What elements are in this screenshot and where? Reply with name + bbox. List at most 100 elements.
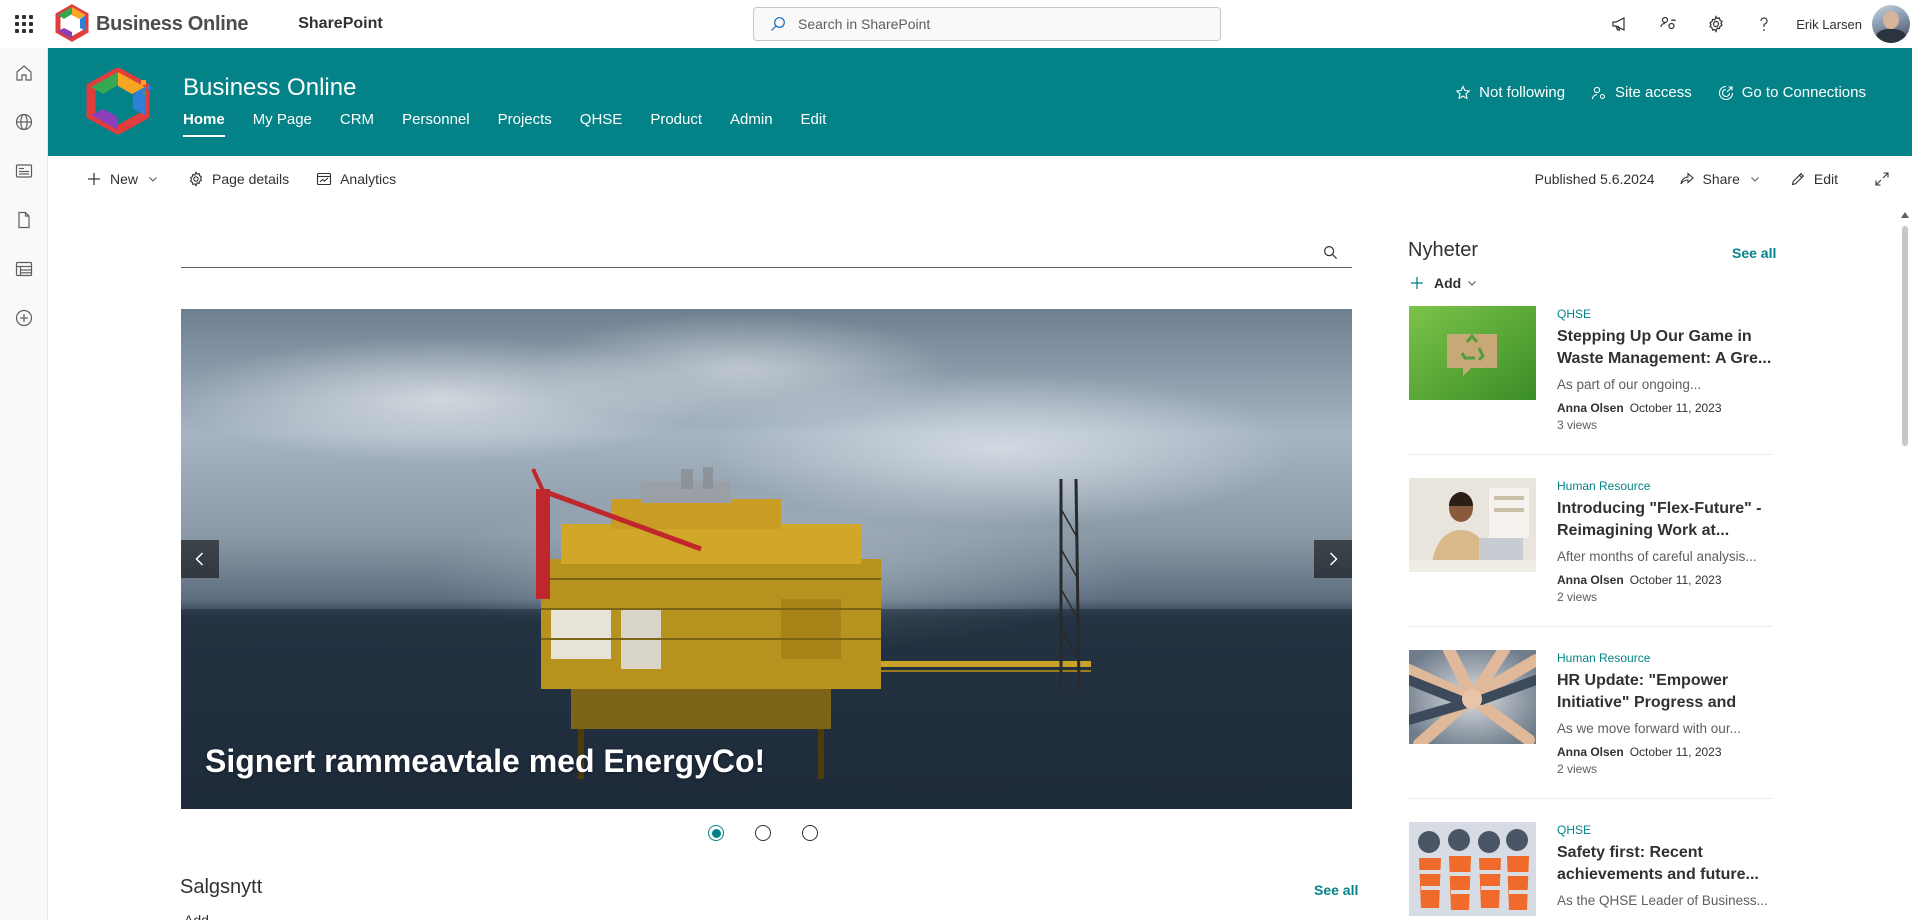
rail-news-button[interactable] bbox=[0, 146, 48, 195]
news-add-button[interactable]: Add bbox=[1410, 275, 1477, 291]
nav-admin[interactable]: Admin bbox=[730, 111, 773, 143]
site-access-button[interactable]: Site access bbox=[1591, 84, 1692, 101]
rail-files-button[interactable] bbox=[0, 195, 48, 244]
global-search-box[interactable] bbox=[753, 7, 1221, 41]
user-avatar[interactable] bbox=[1872, 5, 1910, 43]
news-description: As the QHSE Leader of Business... bbox=[1557, 893, 1768, 908]
news-description: After months of careful analysis... bbox=[1557, 549, 1757, 564]
settings-button[interactable] bbox=[1692, 0, 1740, 48]
rail-sites-button[interactable] bbox=[0, 97, 48, 146]
expand-icon bbox=[1875, 172, 1889, 186]
nav-personnel[interactable]: Personnel bbox=[402, 111, 470, 143]
search-icon bbox=[771, 17, 785, 31]
hero-carousel[interactable]: Signert rammeavtale med EnergyCo! bbox=[181, 309, 1352, 809]
carousel-dot-1[interactable] bbox=[708, 825, 724, 841]
carousel-previous-button[interactable] bbox=[181, 540, 219, 578]
brand-link[interactable]: Business Online bbox=[52, 0, 249, 48]
news-category[interactable]: QHSE bbox=[1557, 822, 1773, 838]
share-button[interactable]: Share bbox=[1679, 156, 1760, 202]
people-connect-icon bbox=[1660, 16, 1677, 30]
salgsnytt-add-button[interactable]: Add bbox=[184, 912, 209, 920]
news-headline[interactable]: Stepping Up Our Game in Waste Management… bbox=[1557, 326, 1773, 370]
news-category[interactable]: Human Resource bbox=[1557, 478, 1773, 494]
news-author[interactable]: Anna Olsen bbox=[1557, 745, 1624, 759]
chevron-left-icon bbox=[195, 552, 204, 566]
follow-button[interactable]: Not following bbox=[1455, 84, 1565, 101]
teams-button[interactable] bbox=[1644, 0, 1692, 48]
news-body: Human Resource HR Update: "Empower Initi… bbox=[1557, 650, 1773, 777]
nav-my-page[interactable]: My Page bbox=[253, 111, 312, 143]
scroll-up-arrow[interactable] bbox=[1901, 212, 1909, 218]
news-description: As part of our ongoing... bbox=[1557, 377, 1702, 392]
edit-button[interactable]: Edit bbox=[1790, 156, 1838, 202]
news-item[interactable]: Human Resource HR Update: "Empower Initi… bbox=[1409, 650, 1773, 805]
safety-gear-image bbox=[1409, 822, 1536, 916]
news-headline[interactable]: Safety first: Recent achievements and fu… bbox=[1557, 842, 1773, 886]
share-label: Share bbox=[1702, 171, 1740, 187]
site-logo-icon[interactable] bbox=[81, 68, 155, 134]
nav-projects[interactable]: Projects bbox=[498, 111, 552, 143]
announcements-button[interactable] bbox=[1596, 0, 1644, 48]
connections-button[interactable]: Go to Connections bbox=[1718, 84, 1866, 101]
nav-product[interactable]: Product bbox=[650, 111, 702, 143]
news-item[interactable]: QHSE Stepping Up Our Game in Waste Manag… bbox=[1409, 306, 1773, 461]
news-headline[interactable]: HR Update: "Empower Initiative" Progress… bbox=[1557, 670, 1773, 714]
news-thumbnail[interactable] bbox=[1409, 822, 1536, 916]
nav-edit[interactable]: Edit bbox=[801, 111, 827, 143]
offshore-platform-illustration bbox=[181, 467, 1352, 809]
news-thumbnail[interactable] bbox=[1409, 650, 1536, 744]
rail-create-button[interactable] bbox=[0, 293, 48, 342]
analytics-button[interactable]: Analytics bbox=[316, 156, 396, 202]
news-author[interactable]: Anna Olsen bbox=[1557, 573, 1624, 587]
page-search-input[interactable] bbox=[181, 240, 1301, 266]
brand-name: Business Online bbox=[96, 12, 249, 35]
user-name[interactable]: Erik Larsen bbox=[1796, 17, 1862, 32]
hero-title[interactable]: Signert rammeavtale med EnergyCo! bbox=[205, 743, 765, 780]
news-item[interactable]: Human Resource Introducing "Flex-Future"… bbox=[1409, 478, 1773, 633]
news-headline[interactable]: Introducing "Flex-Future" - Reimagining … bbox=[1557, 498, 1773, 542]
news-body: Human Resource Introducing "Flex-Future"… bbox=[1557, 478, 1773, 605]
chevron-down-icon bbox=[1468, 281, 1477, 286]
rail-lists-button[interactable] bbox=[0, 244, 48, 293]
app-launcher-button[interactable] bbox=[0, 0, 48, 48]
salgsnytt-see-all-link[interactable]: See all bbox=[1314, 882, 1358, 898]
nav-home[interactable]: Home bbox=[183, 111, 225, 143]
news-author[interactable]: Anna Olsen bbox=[1557, 401, 1624, 415]
nav-qhse[interactable]: QHSE bbox=[580, 111, 623, 143]
carousel-next-button[interactable] bbox=[1314, 540, 1352, 578]
help-button[interactable] bbox=[1740, 0, 1788, 48]
published-status: Published 5.6.2024 bbox=[1534, 171, 1655, 187]
search-icon[interactable] bbox=[1323, 245, 1338, 260]
share-icon bbox=[1679, 172, 1694, 185]
carousel-dot-2[interactable] bbox=[755, 825, 771, 841]
site-title[interactable]: Business Online bbox=[183, 74, 356, 102]
news-description: As we move forward with our... bbox=[1557, 721, 1741, 736]
new-button[interactable]: New bbox=[86, 156, 158, 202]
news-meta: Anna Olsen October 11, 2023 bbox=[1557, 572, 1773, 588]
news-category[interactable]: Human Resource bbox=[1557, 650, 1773, 666]
analytics-label: Analytics bbox=[340, 171, 397, 187]
news-item[interactable]: QHSE Safety first: Recent achievements a… bbox=[1409, 822, 1773, 920]
carousel-dot-3[interactable] bbox=[802, 825, 818, 841]
search-input[interactable] bbox=[798, 16, 1198, 32]
sharepoint-link[interactable]: SharePoint bbox=[298, 15, 382, 33]
page-scrollbar[interactable] bbox=[1898, 210, 1912, 920]
page-search-box[interactable] bbox=[181, 240, 1352, 268]
news-views: 2 views bbox=[1557, 590, 1598, 604]
page-details-button[interactable]: Page details bbox=[188, 156, 289, 202]
news-thumbnail[interactable] bbox=[1409, 478, 1536, 572]
news-date: October 11, 2023 bbox=[1629, 573, 1722, 587]
recycle-image bbox=[1409, 306, 1536, 400]
nav-crm[interactable]: CRM bbox=[340, 111, 374, 143]
news-see-all-link[interactable]: See all bbox=[1732, 245, 1776, 261]
site-access-label: Site access bbox=[1615, 84, 1692, 101]
man-laptop-image bbox=[1409, 478, 1536, 572]
rail-home-button[interactable] bbox=[0, 48, 48, 97]
chevron-down-icon bbox=[1750, 177, 1759, 182]
scroll-thumb[interactable] bbox=[1902, 226, 1908, 446]
news-thumbnail[interactable] bbox=[1409, 306, 1536, 400]
viva-connections-icon bbox=[1718, 85, 1733, 100]
chevron-down-icon bbox=[149, 177, 157, 182]
expand-button[interactable] bbox=[1874, 156, 1898, 202]
news-category[interactable]: QHSE bbox=[1557, 306, 1773, 322]
